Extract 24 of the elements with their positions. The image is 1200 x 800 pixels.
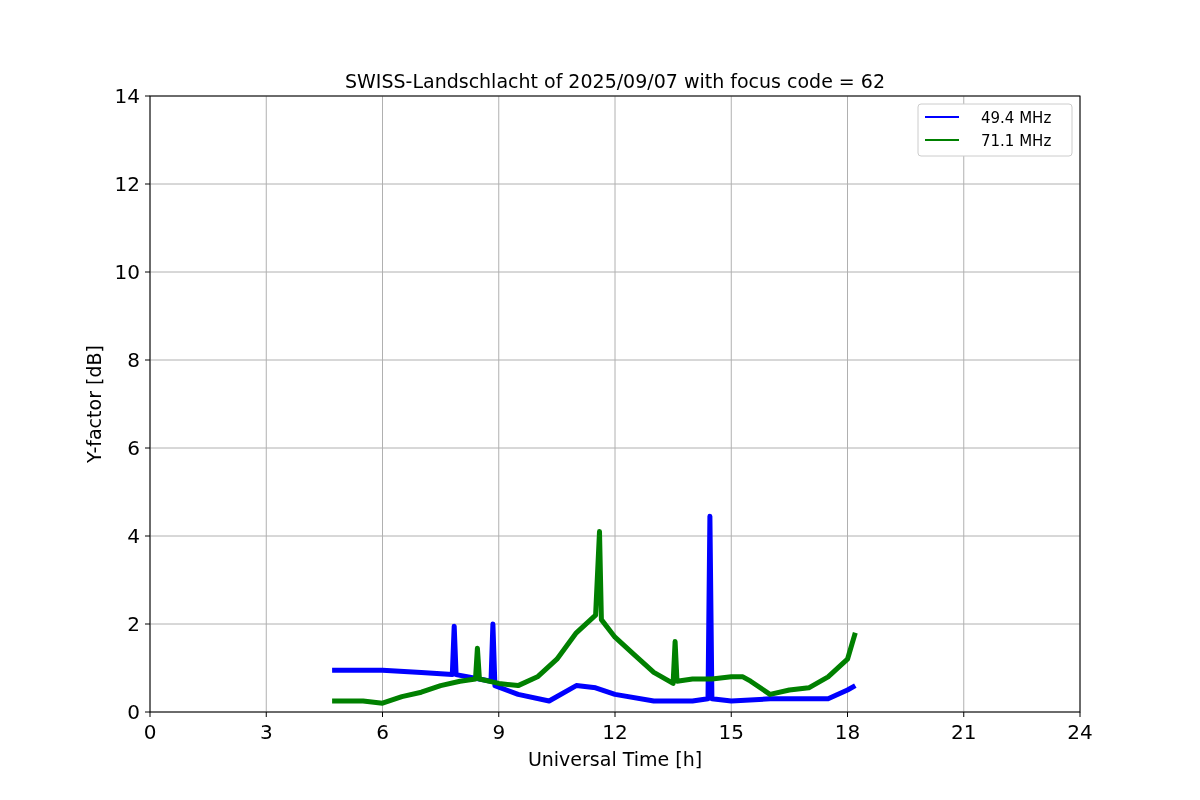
y-tick-label: 2 — [127, 612, 140, 636]
x-axis-label: Universal Time [h] — [527, 748, 703, 770]
y-tick-label: 4 — [127, 524, 140, 548]
y-tick-label: 6 — [127, 436, 140, 460]
y-tick-label: 12 — [114, 172, 140, 196]
x-tick-label: 0 — [143, 720, 157, 744]
y-axis-label: Y-factor [dB] — [83, 345, 105, 463]
x-tick-label: 18 — [834, 720, 861, 744]
x-tick-label: 15 — [718, 720, 744, 744]
y-tick-label: 0 — [127, 700, 140, 724]
legend-line — [924, 116, 960, 118]
x-tick-label: 3 — [259, 720, 273, 744]
legend-label: 71.1 MHz — [981, 132, 1052, 150]
x-tick-label: 6 — [376, 720, 389, 744]
legend-line — [924, 139, 960, 141]
x-tick-label: 24 — [1067, 720, 1093, 744]
x-tick-label: 21 — [951, 720, 977, 744]
legend-label: 49.4 MHz — [981, 109, 1052, 127]
y-tick-label: 14 — [114, 84, 140, 108]
x-tick-label: 12 — [602, 720, 628, 744]
x-tick-label: 9 — [492, 720, 506, 744]
y-tick-label: 10 — [114, 260, 140, 284]
chart-title: SWISS-Landschlacht of 2025/09/07 with focus code = 62 — [345, 70, 885, 92]
y-tick-label: 8 — [127, 348, 140, 372]
